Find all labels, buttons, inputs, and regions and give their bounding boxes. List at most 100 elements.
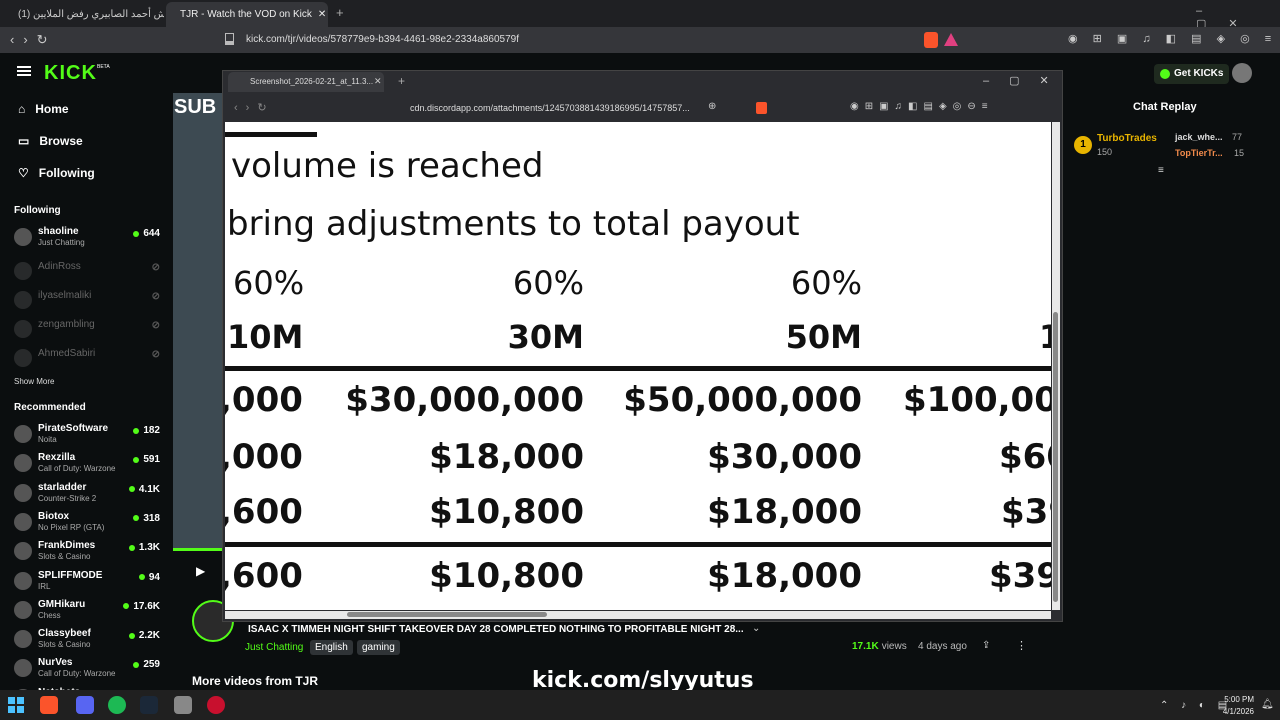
horizontal-scrollbar[interactable] (225, 611, 1051, 619)
live-dot-icon (138, 574, 145, 580)
category-link[interactable]: Just Chatting (245, 642, 303, 653)
value-cell: $50,000,000 (623, 380, 862, 420)
table-rule (225, 366, 1051, 371)
popup-brave-icon[interactable] (756, 102, 767, 114)
start-icon[interactable] (8, 697, 24, 713)
more-options-icon[interactable]: ⋮ (1016, 639, 1027, 652)
following-channel[interactable]: AhmedSabiri ⊘ (14, 346, 164, 374)
steam-taskbar-icon[interactable] (140, 696, 158, 714)
channel-category: Noita (38, 435, 57, 444)
video-player[interactable] (173, 93, 225, 548)
viewer-count-label: 644 (143, 228, 160, 239)
notification-icon[interactable]: 🔔︎ (1261, 699, 1274, 710)
expand-leaderboard-icon[interactable]: ≡ (1158, 165, 1164, 176)
nav-home[interactable]: ⌂ Home (18, 102, 69, 116)
new-tab-button[interactable]: + (336, 5, 344, 20)
extensions-toolbar[interactable]: ◉ ⊞ ▣ ♫ ◧ ▤ ◈ ◎ ≡ (1068, 32, 1277, 45)
video-progress-bar[interactable] (173, 548, 225, 551)
share-icon[interactable]: ⇪ (982, 640, 990, 651)
avatar (14, 600, 32, 619)
tab-label: (1) علاش أحمد الصابيري رفض الملايين (18, 9, 164, 20)
viewer-count: 182 (133, 425, 160, 436)
live-dot-icon (123, 603, 130, 610)
hamburger-menu-icon[interactable] (17, 66, 31, 76)
viewer-count-label: 182 (143, 425, 160, 436)
channel-category: IRL (38, 581, 51, 591)
leader-name[interactable]: TopTierTr... (1175, 148, 1223, 158)
screenshot-image-view[interactable]: volume is reached bring adjustments to t… (225, 122, 1051, 610)
clock-date[interactable]: 4/1/2026 (1216, 707, 1254, 716)
heart-icon: ♡ (18, 166, 29, 180)
tag-chip[interactable]: gaming (357, 640, 400, 655)
url-field[interactable]: kick.com/tjr/videos/578779e9-b394-4461-9… (246, 31, 926, 49)
calculator-taskbar-icon[interactable] (174, 696, 192, 714)
recommended-channel[interactable]: PirateSoftware Noita 182 (14, 422, 164, 450)
recommended-channel[interactable]: starladder Counter-Strike 2 4.1K (14, 481, 164, 509)
browse-icon: ▭ (18, 134, 30, 148)
zoom-icon[interactable]: ⊕ (708, 101, 716, 112)
recommended-channel[interactable]: Biotox No Pixel RP (GTA) 318 (14, 510, 164, 538)
nav-following[interactable]: ♡ Following (18, 166, 95, 180)
recommended-channel[interactable]: Classybeef Slots & Casino 2.2K (14, 627, 164, 655)
recommended-channel[interactable]: SPLIFFMODE IRL 94 (14, 569, 164, 597)
popup-extensions[interactable]: ◉⊞▣♫◧▤◈◎⊖≡ (850, 101, 994, 112)
popup-tab[interactable]: Screenshot_2026-02-21_at_11.3... (228, 72, 384, 92)
vertical-scrollbar[interactable] (1052, 122, 1060, 610)
popup-new-tab-button[interactable]: + (398, 74, 405, 88)
popup-tab-label: Screenshot_2026-02-21_at_11.3... (250, 77, 374, 86)
channel-category: No Pixel RP (GTA) (38, 522, 105, 532)
live-dot-icon (128, 632, 135, 639)
expand-title-icon[interactable]: ⌄ (752, 623, 760, 634)
nav-buttons[interactable]: ‹›↻ (10, 32, 57, 48)
popup-url-field[interactable]: cdn.discordapp.com/attachments/124570388… (410, 103, 705, 113)
avatar (14, 349, 32, 367)
brave-taskbar-icon[interactable] (40, 696, 58, 714)
recommended-channel[interactable]: FrankDimes Slots & Casino 1.3K (14, 539, 164, 567)
offline-icon: ⊘ (151, 349, 160, 360)
leader-name[interactable]: TurboTrades (1097, 133, 1157, 144)
following-channel[interactable]: AdinRoss ⊘ (14, 259, 164, 287)
viewer-count-label: 17.6K (133, 600, 160, 612)
brave-shield-icon[interactable] (924, 32, 938, 48)
value-cell: ,000 (225, 437, 303, 477)
avatar (14, 571, 32, 590)
tab-youtube[interactable]: (1) علاش أحمد الصابيري رفض الملايين (4, 2, 164, 27)
spotify-taskbar-icon[interactable] (108, 696, 126, 714)
viewer-count-label: 591 (143, 454, 160, 466)
clock-time[interactable]: 5:00 PM (1224, 695, 1254, 704)
channel-name: SPLIFFMODE (38, 569, 103, 581)
get-kicks-button[interactable]: Get KICKs (1154, 64, 1230, 84)
rewards-icon[interactable] (944, 33, 958, 46)
tag-chip[interactable]: English (310, 640, 353, 655)
show-more-link[interactable]: Show More (14, 377, 54, 386)
app-taskbar-icon[interactable] (207, 696, 225, 714)
following-channel[interactable]: zengambling ⊘ (14, 317, 164, 345)
viewer-count-label: 2.2K (138, 630, 160, 642)
bookmark-icon[interactable] (225, 33, 234, 45)
channel-name: NurVes (38, 657, 73, 669)
channel-category: Just Chatting (38, 238, 85, 247)
play-button[interactable]: ▶ (196, 564, 205, 578)
user-avatar[interactable] (1232, 63, 1252, 83)
chat-replay-title: Chat Replay (1133, 101, 1197, 113)
popup-window-controls[interactable]: –▢✕ (983, 74, 1069, 87)
leader-name[interactable]: jack_whe... (1175, 132, 1223, 142)
viewer-count: 17.6K (123, 601, 160, 612)
popup-nav-buttons[interactable]: ‹›↻ (234, 101, 275, 114)
discord-taskbar-icon[interactable] (76, 696, 94, 714)
table-rule (225, 542, 1051, 547)
nav-browse[interactable]: ▭ Browse (18, 134, 83, 148)
recommended-channel[interactable]: GMHikaru Chess 17.6K (14, 598, 164, 626)
channel-name: AhmedSabiri (38, 348, 96, 359)
close-tab-icon[interactable]: ✕ (318, 2, 326, 27)
kick-logo[interactable]: KICK (44, 62, 97, 85)
value-cell: ,000 (225, 380, 303, 420)
following-channel[interactable]: ilyaselmaliki ⊘ (14, 288, 164, 316)
following-channel[interactable]: shaoline Just Chatting 644 (14, 225, 164, 253)
close-popup-tab-icon[interactable]: ✕ (374, 76, 382, 87)
tab-kick[interactable]: TJR - Watch the VOD on Kick ✕ (166, 2, 328, 27)
recommended-channel[interactable]: NurVes Call of Duty: Warzone 259 (14, 656, 164, 684)
recommended-channel[interactable]: Rexzilla Call of Duty: Warzone 591 (14, 451, 164, 479)
channel-category: Chess (38, 610, 61, 620)
avatar (14, 483, 32, 502)
